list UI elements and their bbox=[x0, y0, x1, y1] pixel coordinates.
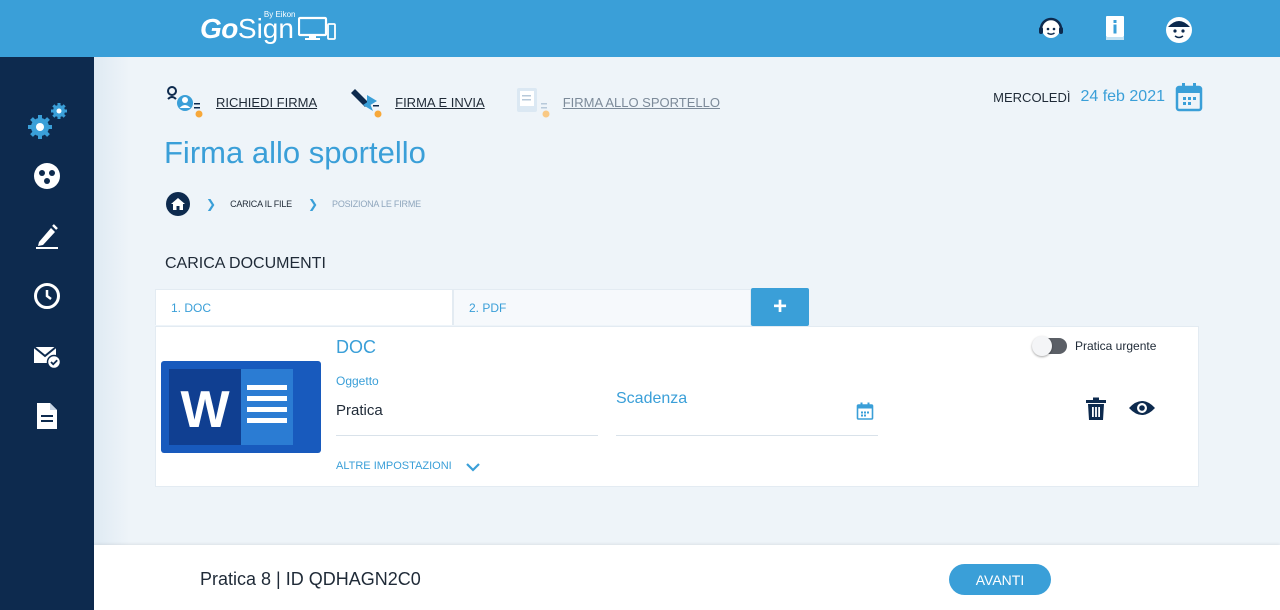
screen-devices-icon bbox=[297, 16, 336, 40]
logo-sign-text: Sign By Eikon bbox=[237, 10, 296, 44]
calendar-icon[interactable] bbox=[856, 402, 874, 420]
request-sign-label: RICHIEDI FIRMA bbox=[216, 94, 318, 110]
tab-doc-1[interactable]: 1. DOC bbox=[155, 289, 453, 325]
breadcrumb: ❯ CARICA IL FILE ❯ POSIZIONA LE FIRME bbox=[166, 192, 421, 216]
support-agent-icon[interactable] bbox=[1036, 13, 1066, 43]
breadcrumb-step-upload[interactable]: CARICA IL FILE bbox=[230, 199, 292, 209]
deadline-field[interactable]: Scadenza bbox=[616, 390, 687, 408]
logo-by-text: By Eikon bbox=[263, 10, 296, 19]
preview-document-button[interactable] bbox=[1128, 397, 1156, 419]
more-settings-toggle[interactable]: ALTRE IMPOSTAZIONI bbox=[336, 460, 480, 472]
info-book-icon[interactable] bbox=[1100, 13, 1130, 43]
current-date: MERCOLEDÌ 24 feb 2021 bbox=[993, 82, 1203, 112]
tab-doc-2[interactable]: 2. PDF bbox=[453, 289, 751, 325]
top-bar: Go Sign By Eikon bbox=[0, 0, 1280, 57]
sign-send-label: FIRMA E INVIA bbox=[395, 94, 485, 110]
document-title: DOC bbox=[336, 337, 376, 357]
page-title: Firma allo sportello bbox=[164, 135, 426, 170]
trash-icon bbox=[1086, 397, 1106, 420]
eye-icon bbox=[1129, 401, 1155, 415]
settings-gears-icon[interactable] bbox=[26, 101, 70, 141]
main-content: RICHIEDI FIRMA FIRMA E INVIA FIRMA ALLO … bbox=[94, 57, 1280, 545]
date-day: MERCOLEDÌ bbox=[993, 89, 1071, 105]
counter-sign-label: FIRMA ALLO SPORTELLO bbox=[562, 94, 720, 110]
section-title: CARICA DOCUMENTI bbox=[165, 255, 326, 272]
delete-document-button[interactable] bbox=[1084, 396, 1108, 422]
urgent-toggle-group: Pratica urgente bbox=[1032, 336, 1157, 356]
logo-go-text: Go bbox=[200, 13, 238, 44]
sign-send-icon bbox=[351, 89, 382, 118]
word-letter: W bbox=[180, 381, 230, 439]
request-sign-action[interactable]: RICHIEDI FIRMA bbox=[164, 83, 317, 121]
document-tabs: 1. DOC 2. PDF + bbox=[155, 288, 809, 326]
history-clock-icon[interactable] bbox=[32, 281, 62, 311]
home-icon[interactable] bbox=[166, 192, 190, 216]
user-avatar-icon[interactable] bbox=[1164, 15, 1194, 45]
subject-label: Oggetto bbox=[336, 374, 379, 388]
urgent-label: Pratica urgente bbox=[1075, 339, 1157, 353]
word-document-icon: W bbox=[161, 361, 321, 453]
toggle-knob bbox=[1032, 336, 1052, 356]
counter-sign-action[interactable]: FIRMA ALLO SPORTELLO bbox=[511, 83, 720, 121]
chevron-down-icon bbox=[465, 462, 480, 472]
document-card: W DOC Oggetto Pratica ALTRE IMPOSTAZIONI… bbox=[155, 326, 1199, 487]
practice-info: Pratica 8 | ID QDHAGN2C0 bbox=[200, 569, 421, 589]
sign-pen-icon[interactable] bbox=[32, 221, 62, 251]
breadcrumb-step-position: POSIZIONA LE FIRME bbox=[332, 199, 421, 209]
deadline-underline bbox=[616, 435, 878, 436]
urgent-toggle[interactable] bbox=[1032, 336, 1067, 356]
document-icon[interactable] bbox=[32, 401, 62, 431]
date-value: 24 feb 2021 bbox=[1080, 88, 1165, 105]
calendar-icon[interactable] bbox=[1175, 82, 1203, 112]
next-button[interactable]: AVANTI bbox=[949, 564, 1051, 595]
sidebar bbox=[0, 57, 94, 610]
more-settings-label: ALTRE IMPOSTAZIONI bbox=[336, 460, 452, 472]
subject-underline bbox=[336, 435, 598, 436]
gosign-logo[interactable]: Go Sign By Eikon bbox=[200, 10, 336, 46]
mail-check-icon[interactable] bbox=[32, 341, 62, 371]
footer-bar: Pratica 8 | ID QDHAGN2C0 AVANTI bbox=[94, 545, 1280, 610]
sign-actions-bar: RICHIEDI FIRMA FIRMA E INVIA FIRMA ALLO … bbox=[164, 83, 746, 121]
sign-send-action[interactable]: FIRMA E INVIA bbox=[343, 83, 485, 121]
counter-sign-icon bbox=[516, 88, 550, 118]
dashboard-palette-icon[interactable] bbox=[32, 161, 62, 191]
subject-field[interactable]: Pratica bbox=[336, 402, 383, 419]
breadcrumb-chevron-icon: ❯ bbox=[307, 197, 319, 211]
request-sign-icon bbox=[167, 86, 203, 118]
breadcrumb-chevron-icon: ❯ bbox=[206, 197, 217, 211]
add-document-button[interactable]: + bbox=[751, 288, 809, 326]
